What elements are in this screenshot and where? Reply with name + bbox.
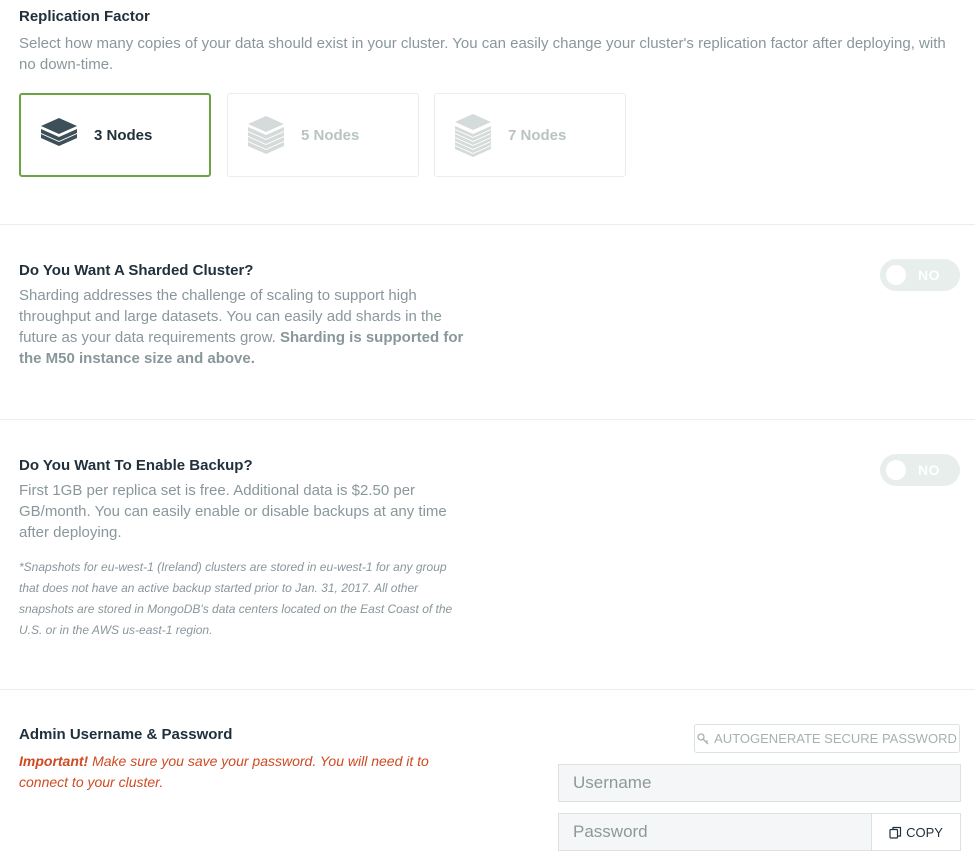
- stack-3-icon: [41, 118, 77, 146]
- important-label: Important!: [19, 753, 89, 769]
- backup-description: First 1GB per replica set is free. Addit…: [19, 482, 447, 541]
- autogenerate-password-button[interactable]: AUTOGENERATE SECURE PASSWORD: [694, 724, 960, 753]
- stack-5-icon: [248, 116, 284, 154]
- backup-note: *Snapshots for eu-west-1 (Ireland) clust…: [19, 560, 453, 637]
- admin-important-notice: Important! Make sure you save your passw…: [19, 751, 449, 793]
- copy-password-button[interactable]: COPY: [871, 813, 961, 851]
- toggle-label: NO: [918, 267, 940, 283]
- backup-toggle[interactable]: NO: [880, 454, 960, 486]
- backup-title: Do You Want To Enable Backup?: [19, 457, 253, 474]
- admin-title: Admin Username & Password: [19, 726, 233, 743]
- replication-description: Select how many copies of your data shou…: [19, 35, 946, 73]
- key-icon: [697, 732, 709, 744]
- replication-option-label: 7 Nodes: [508, 126, 567, 144]
- replication-option-label: 3 Nodes: [94, 126, 153, 144]
- sharding-description: Sharding addresses the challenge of scal…: [19, 285, 469, 369]
- copy-icon: [889, 826, 902, 839]
- toggle-knob: [886, 265, 906, 285]
- toggle-knob: [886, 460, 906, 480]
- sharding-toggle[interactable]: NO: [880, 259, 960, 291]
- replication-option-label: 5 Nodes: [301, 126, 360, 144]
- toggle-label: NO: [918, 462, 940, 478]
- replication-option-3-nodes[interactable]: 3 Nodes: [19, 93, 211, 177]
- password-input[interactable]: [558, 813, 872, 851]
- copy-label: COPY: [906, 824, 943, 840]
- section-divider: [0, 224, 975, 225]
- stack-7-icon: [455, 114, 491, 157]
- username-input[interactable]: [558, 764, 961, 802]
- section-divider: [0, 419, 975, 420]
- replication-title: Replication Factor: [19, 8, 150, 25]
- autogenerate-label: AUTOGENERATE SECURE PASSWORD: [714, 731, 957, 746]
- section-divider: [0, 689, 975, 690]
- replication-option-5-nodes[interactable]: 5 Nodes: [227, 93, 419, 177]
- sharding-title: Do You Want A Sharded Cluster?: [19, 262, 254, 279]
- replication-option-7-nodes[interactable]: 7 Nodes: [434, 93, 626, 177]
